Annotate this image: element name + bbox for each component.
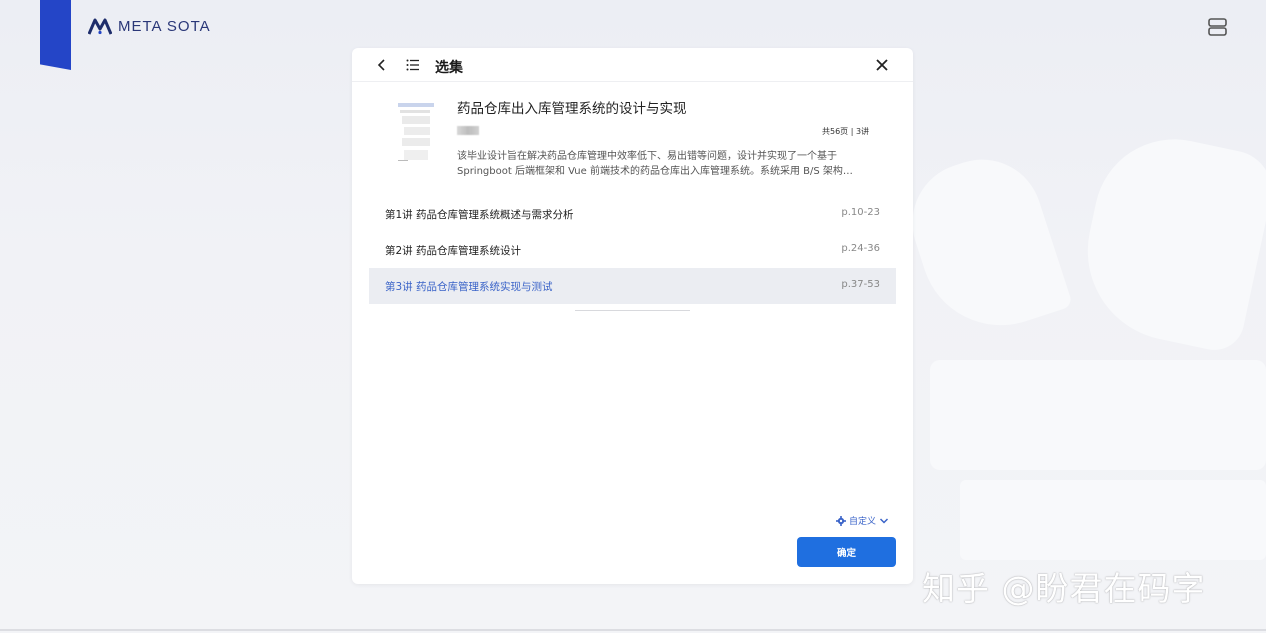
chapter-title: 第1讲 药品仓库管理系统概述与需求分析 [385,208,574,221]
list-icon [406,59,419,71]
chevron-down-icon [879,517,889,524]
chapter-title: 第2讲 药品仓库管理系统设计 [385,244,522,257]
document-thumbnail [396,100,436,166]
brand-name: META SOTA [118,17,211,35]
modal-title: 选集 [435,60,463,76]
gear-icon [836,515,846,526]
menu-icon[interactable] [1207,16,1229,38]
brand-mark-icon [88,18,112,35]
confirm-button[interactable]: 确定 [797,537,896,567]
chapter-pages: p.37-53 [841,278,880,290]
bottom-divider [0,629,1266,631]
document-meta: 共56页 | 3讲 [822,127,870,136]
background-glyph [900,120,1266,560]
document-author-blurred [457,126,479,135]
chapter-pages: p.24-36 [841,242,880,254]
brand-logo[interactable]: META SOTA [88,17,211,35]
playlist-modal: 选集 药品仓库出入库管理系统的设计与实现 共56页 | 3讲 该毕业设计旨在解决… [352,48,913,584]
customize-label: 自定义 [849,517,877,527]
chapter-pages: p.10-23 [841,206,880,218]
chapter-item-2[interactable]: 第2讲 药品仓库管理系统设计 p.24-36 [369,232,896,268]
customize-dropdown[interactable]: 自定义 [836,514,889,527]
logo-flag [40,0,71,70]
document-title: 药品仓库出入库管理系统的设计与实现 [457,101,687,117]
list-divider [575,310,690,311]
chapter-item-3[interactable]: 第3讲 药品仓库管理系统实现与测试 p.37-53 [369,268,896,304]
modal-header: 选集 [352,48,913,82]
watermark: 知乎 @盼君在码字 [922,569,1206,608]
chapter-list: 第1讲 药品仓库管理系统概述与需求分析 p.10-23 第2讲 药品仓库管理系统… [369,196,896,304]
close-icon[interactable] [875,58,889,72]
chapter-item-1[interactable]: 第1讲 药品仓库管理系统概述与需求分析 p.10-23 [369,196,896,232]
chapter-title: 第3讲 药品仓库管理系统实现与测试 [385,280,553,293]
chevron-left-icon[interactable] [376,58,388,72]
document-description: 该毕业设计旨在解决药品仓库管理中效率低下、易出错等问题，设计并实现了一个基于 S… [457,151,853,177]
